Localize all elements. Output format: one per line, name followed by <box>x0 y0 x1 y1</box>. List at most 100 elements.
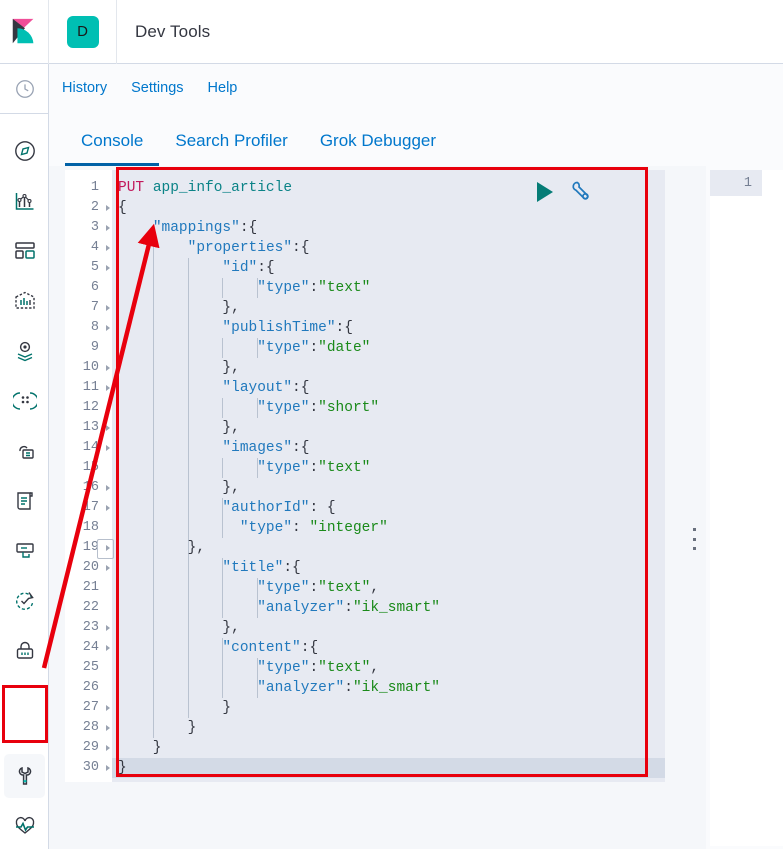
sidebar-item-recently-viewed[interactable] <box>0 64 49 114</box>
sidebar-item-maps[interactable] <box>0 326 49 376</box>
subnav-link-settings[interactable]: Settings <box>131 80 183 96</box>
code-fold-arrow-icon[interactable] <box>106 705 110 711</box>
wrench-dev-tools-icon <box>18 766 31 785</box>
code-line[interactable]: "type":"text", <box>112 578 665 598</box>
code-fold-arrow-icon[interactable] <box>106 645 110 651</box>
gutter-line-number: 29 <box>65 738 112 758</box>
code-line[interactable]: "images":{ <box>112 438 665 458</box>
code-fold-arrow-icon[interactable] <box>106 325 110 331</box>
wrench-settings-icon <box>572 181 589 200</box>
gutter-line-number: 24 <box>65 638 112 658</box>
code-line[interactable]: "publishTime":{ <box>112 318 665 338</box>
panel-drag-handle[interactable] <box>689 528 699 550</box>
code-line[interactable]: "type":"text" <box>112 458 665 478</box>
code-line[interactable]: } <box>112 698 665 718</box>
code-line[interactable]: "type":"text", <box>112 658 665 678</box>
code-fold-arrow-icon[interactable] <box>106 265 110 271</box>
code-line[interactable]: "id":{ <box>112 258 665 278</box>
code-fold-arrow-icon[interactable] <box>106 725 110 731</box>
drag-handle-dots-icon <box>692 537 696 541</box>
sidebar-item-dashboard[interactable] <box>0 226 49 276</box>
sidebar-item-machine-learning[interactable] <box>0 376 49 426</box>
uptime-check-icon <box>15 592 34 610</box>
code-line[interactable]: "mappings":{ <box>112 218 665 238</box>
gutter-line-number: 26 <box>82 680 99 695</box>
code-fold-arrow-icon[interactable] <box>106 385 110 391</box>
code-fold-arrow-icon[interactable] <box>106 485 110 491</box>
machine-learning-nodes-icon <box>12 392 37 410</box>
code-line[interactable]: }, <box>112 358 665 378</box>
response-editor[interactable]: 1 <box>710 170 783 846</box>
request-code-area[interactable]: PUT app_info_article{ "mappings":{ "prop… <box>112 170 665 782</box>
kibana-logo-button[interactable] <box>0 0 49 64</box>
map-pin-layers-icon <box>17 341 32 362</box>
sidebar-item-canvas[interactable] <box>0 276 49 326</box>
code-line[interactable]: "analyzer":"ik_smart" <box>112 678 665 698</box>
code-line[interactable]: "layout":{ <box>112 378 665 398</box>
code-fold-arrow-icon[interactable] <box>106 245 110 251</box>
gutter-line-number: 20 <box>65 558 112 578</box>
code-line[interactable]: } <box>112 758 665 778</box>
code-line[interactable]: } <box>112 738 665 758</box>
code-line[interactable]: "type":"short" <box>112 398 665 418</box>
gutter-line-number: 8 <box>65 318 112 338</box>
code-line[interactable]: "type": "integer" <box>112 518 665 538</box>
top-header: D Dev Tools <box>0 0 783 64</box>
code-fold-arrow-icon[interactable] <box>106 305 110 311</box>
kibana-logo-icon <box>12 18 34 43</box>
code-fold-arrow-icon[interactable] <box>106 205 110 211</box>
response-gutter-fill <box>710 196 762 846</box>
request-gutter: 1 2 3 4 5 6 7 8 9 10 11 12 13 14 15 16 17 18 19 20 21 22 23 24 2… <box>65 170 114 782</box>
dev-tools-tabbar: Console Search Profiler Grok Debugger <box>49 112 783 166</box>
code-line[interactable]: "type":"text" <box>112 278 665 298</box>
code-line[interactable]: }, <box>112 618 665 638</box>
sidebar-item-logs[interactable] <box>0 476 49 526</box>
code-fold-arrow-icon[interactable] <box>106 745 110 751</box>
code-line[interactable]: }, <box>112 478 665 498</box>
sidebar-item-infrastructure[interactable] <box>0 426 49 476</box>
console-subnav: History Settings Help <box>49 64 783 112</box>
code-line[interactable]: } <box>112 718 665 738</box>
request-actions-wrench-icon[interactable] <box>567 178 593 209</box>
subnav-link-history[interactable]: History <box>62 80 107 96</box>
gutter-line-number: 11 <box>65 378 112 398</box>
code-fold-arrow-icon[interactable] <box>106 225 110 231</box>
gutter-line-number: 14 <box>65 438 112 458</box>
gutter-line-number: 10 <box>65 358 112 378</box>
sidebar-item-uptime[interactable] <box>0 576 49 626</box>
gutter-line-number: 27 <box>65 698 112 718</box>
sidebar-item-discover[interactable] <box>0 126 49 176</box>
code-fold-arrow-icon[interactable] <box>106 625 110 631</box>
code-line[interactable]: "authorId": { <box>112 498 665 518</box>
code-line[interactable]: "title":{ <box>112 558 665 578</box>
user-avatar[interactable]: D <box>49 0 117 64</box>
code-line[interactable]: "type":"date" <box>112 338 665 358</box>
sidebar-item-siem[interactable] <box>0 626 49 676</box>
tab-console[interactable]: Console <box>65 131 160 166</box>
sidebar-item-stack-monitoring[interactable] <box>0 801 49 849</box>
code-line[interactable]: }, <box>112 538 665 558</box>
code-fold-arrow-icon[interactable] <box>106 765 110 771</box>
code-line[interactable]: "properties":{ <box>112 238 665 258</box>
tab-grok-debugger[interactable]: Grok Debugger <box>304 131 452 166</box>
code-line[interactable]: }, <box>112 298 665 318</box>
gutter-line-number: 30 <box>65 758 112 778</box>
send-request-play-icon[interactable] <box>537 182 553 202</box>
sidebar-item-visualize[interactable] <box>0 176 49 226</box>
code-fold-arrow-icon[interactable] <box>106 365 110 371</box>
code-line[interactable]: }, <box>112 418 665 438</box>
code-line[interactable]: "analyzer":"ik_smart" <box>112 598 665 618</box>
dashboard-grid-icon <box>14 242 35 259</box>
gutter-line-number: 28 <box>65 718 112 738</box>
code-fold-arrow-icon[interactable] <box>106 565 110 571</box>
request-editor[interactable]: 1 2 3 4 5 6 7 8 9 10 11 12 13 14 15 16 17 18 19 20 21 22 23 24 2… <box>65 170 665 782</box>
code-line[interactable]: "content":{ <box>112 638 665 658</box>
code-fold-arrow-icon[interactable] <box>106 545 110 551</box>
sidebar-item-dev-tools[interactable] <box>0 751 49 801</box>
sidebar-item-apm[interactable] <box>0 526 49 576</box>
code-fold-arrow-icon[interactable] <box>106 445 110 451</box>
code-fold-arrow-icon[interactable] <box>106 425 110 431</box>
subnav-link-help[interactable]: Help <box>208 80 238 96</box>
code-fold-arrow-icon[interactable] <box>106 505 110 511</box>
tab-search-profiler[interactable]: Search Profiler <box>159 131 303 166</box>
